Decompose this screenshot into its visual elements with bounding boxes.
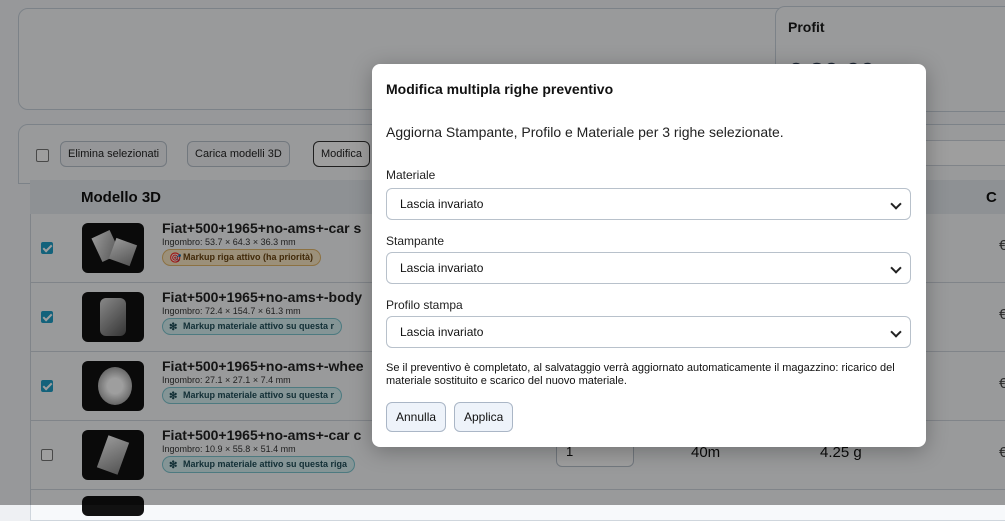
apply-button[interactable]: Applica [454, 402, 514, 432]
bulk-edit-dialog: Modifica multipla righe preventivo Aggio… [372, 64, 926, 447]
dialog-subtitle: Aggiorna Stampante, Profilo e Materiale … [386, 124, 784, 140]
material-label: Materiale [386, 168, 436, 182]
printer-select[interactable]: Lascia invariato [386, 252, 911, 284]
chevron-down-icon [890, 198, 902, 210]
material-select[interactable]: Lascia invariato [386, 188, 911, 220]
chevron-down-icon [890, 262, 902, 274]
printer-select-value: Lascia invariato [400, 261, 484, 275]
dialog-title: Modifica multipla righe preventivo [386, 81, 614, 97]
print-profile-select[interactable]: Lascia invariato [386, 316, 911, 348]
printer-label: Stampante [386, 234, 445, 248]
chevron-down-icon [890, 326, 902, 338]
cancel-button[interactable]: Annulla [386, 402, 447, 432]
inventory-note: Se il preventivo è completato, al salvat… [386, 362, 895, 387]
material-select-value: Lascia invariato [400, 197, 484, 211]
print-profile-select-value: Lascia invariato [400, 325, 484, 339]
print-profile-label: Profilo stampa [386, 298, 463, 312]
